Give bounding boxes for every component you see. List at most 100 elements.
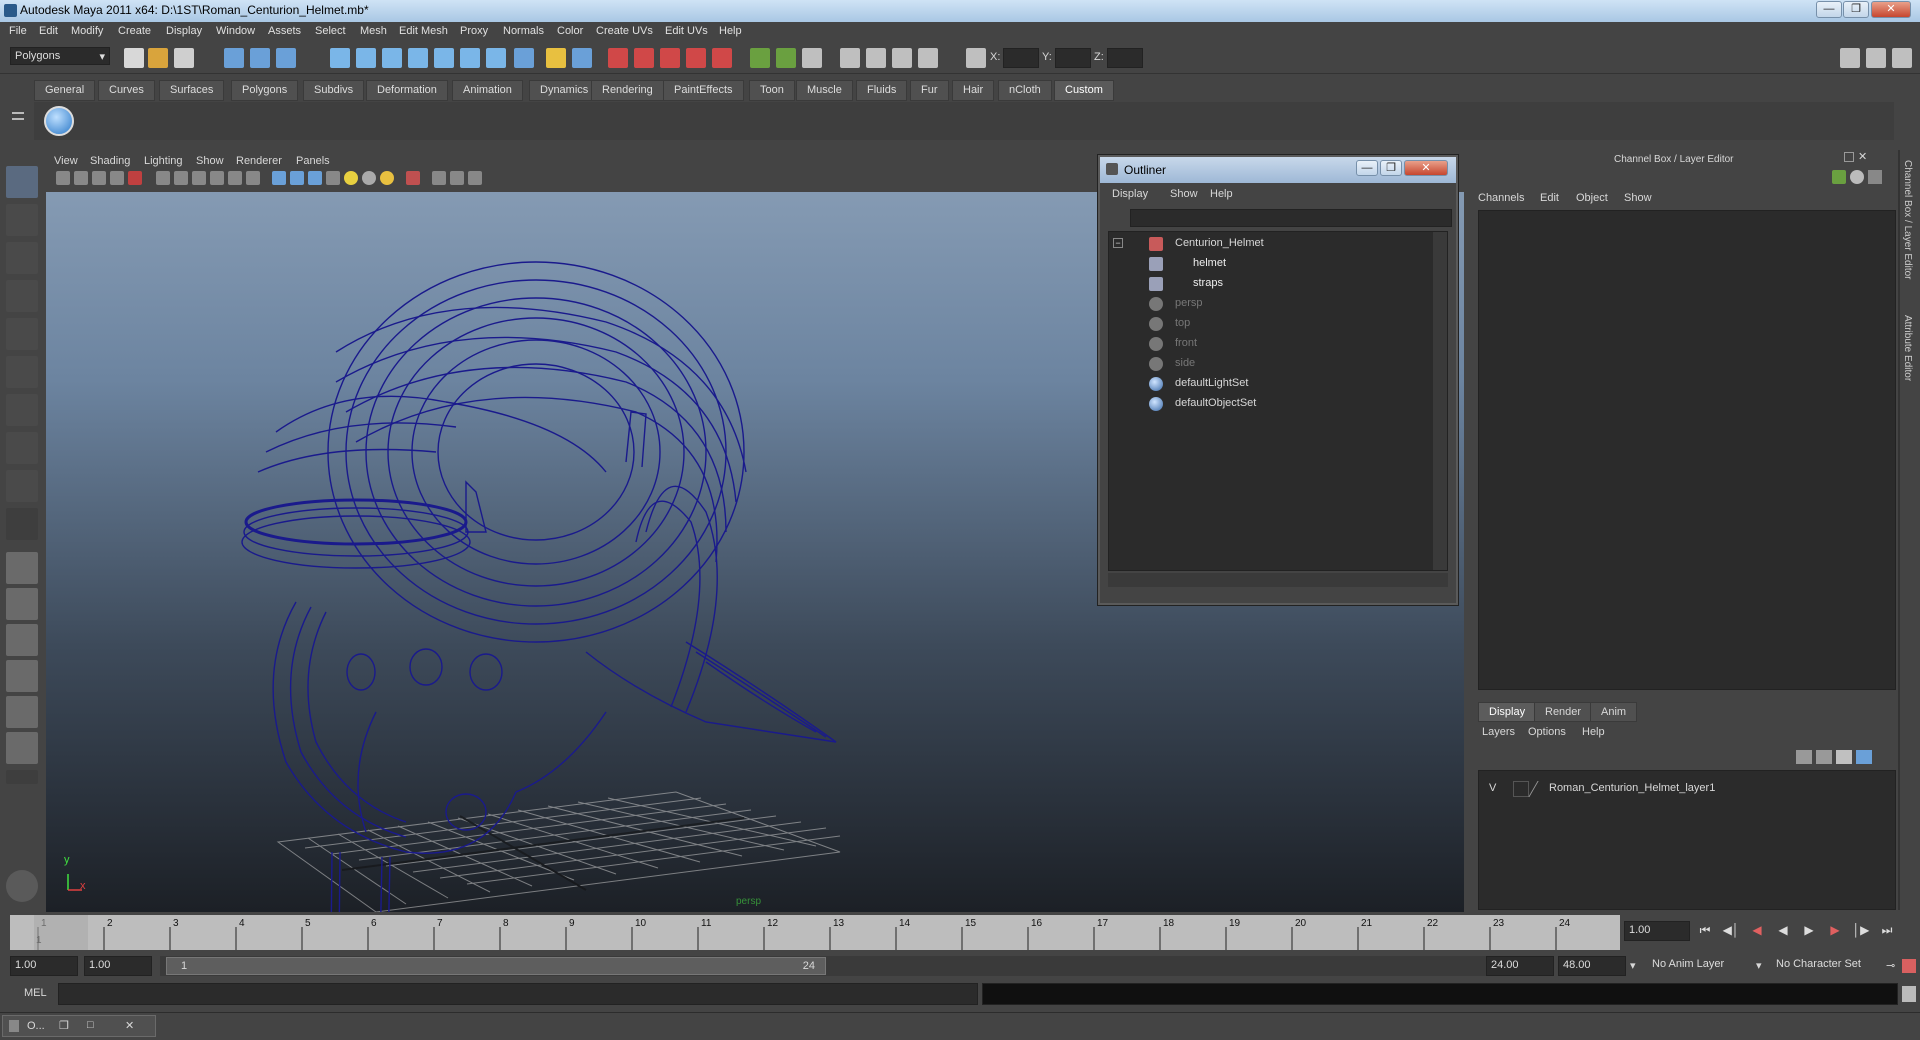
side-tab-attribute-editor[interactable]: Attribute Editor <box>1902 315 1913 395</box>
layer-menu-layers[interactable]: Layers <box>1482 726 1515 738</box>
persp-outliner-layout-icon[interactable] <box>6 624 38 656</box>
layer-color-swatch[interactable] <box>1528 781 1550 797</box>
chevron-down-icon[interactable]: ▾ <box>1630 959 1636 972</box>
outliner-filter-field[interactable] <box>1130 209 1452 227</box>
shelf-tab-polygons[interactable]: Polygons <box>231 80 299 101</box>
go-to-start-icon[interactable]: ⏮ <box>1696 923 1714 941</box>
outliner-maximize-button[interactable]: ❐ <box>1380 160 1402 176</box>
play-forward-icon[interactable]: ▶ <box>1800 923 1818 941</box>
step-back-key-icon[interactable]: ◀│ <box>1722 923 1740 941</box>
grease-pencil-icon[interactable] <box>128 171 142 185</box>
shelf-tab-deformation[interactable]: Deformation <box>366 80 448 101</box>
outliner-menu-help[interactable]: Help <box>1210 188 1233 200</box>
help-icon[interactable] <box>514 48 534 68</box>
menu-display[interactable]: Display <box>166 25 202 37</box>
hypershade-persp-layout-icon[interactable] <box>6 696 38 728</box>
outliner-menu-display[interactable]: Display <box>1112 188 1148 200</box>
layer-menu-help[interactable]: Help <box>1582 726 1605 738</box>
side-tab-channelbox[interactable]: Channel Box / Layer Editor <box>1902 160 1913 290</box>
outliner-item[interactable]: persp <box>1109 294 1439 314</box>
menu-proxy[interactable]: Proxy <box>460 25 488 37</box>
camera-select-icon[interactable] <box>56 171 70 185</box>
outliner-vertical-scrollbar[interactable] <box>1433 232 1447 570</box>
z-field[interactable] <box>1107 48 1143 68</box>
step-forward-key-icon[interactable]: │▶ <box>1852 923 1870 941</box>
command-input[interactable] <box>58 983 978 1005</box>
maximize-button[interactable]: ❐ <box>1843 1 1869 18</box>
layout-more-icon[interactable] <box>6 770 38 784</box>
persp-graph-layout-icon[interactable] <box>6 660 38 692</box>
image-plane-icon[interactable] <box>110 171 124 185</box>
menu-assets[interactable]: Assets <box>268 25 301 37</box>
shelf-tab-toon[interactable]: Toon <box>749 80 795 101</box>
outliner-item[interactable]: defaultLightSet <box>1109 374 1439 394</box>
outliner-item[interactable]: helmet <box>1109 254 1439 274</box>
isolate-select-icon[interactable] <box>406 171 420 185</box>
lock-icon[interactable] <box>546 48 566 68</box>
paint-select-tool-icon[interactable] <box>6 242 38 274</box>
maximize-icon[interactable]: □ <box>87 1019 94 1031</box>
menu-mesh[interactable]: Mesh <box>360 25 387 37</box>
snap-curve-icon[interactable] <box>356 48 376 68</box>
cb-menu-show[interactable]: Show <box>1624 192 1652 204</box>
snap-point-icon[interactable] <box>382 48 402 68</box>
y-field[interactable] <box>1055 48 1091 68</box>
play-backward-icon[interactable]: ◀ <box>1774 923 1792 941</box>
cb-menu-object[interactable]: Object <box>1576 192 1608 204</box>
universal-manipulator-icon[interactable] <box>6 394 38 426</box>
toggle-timeline-icon[interactable] <box>918 48 938 68</box>
show-hide-channelbox-icon[interactable] <box>1840 48 1860 68</box>
show-hide-attreditor-icon[interactable] <box>1866 48 1886 68</box>
ambient-occlusion-icon[interactable] <box>380 171 394 185</box>
move-layer-down-icon[interactable] <box>1816 750 1832 764</box>
layer-tab-display[interactable]: Display <box>1478 702 1537 722</box>
range-handle[interactable]: 1 24 <box>166 957 826 975</box>
toggle-channelbox-icon[interactable] <box>866 48 886 68</box>
menu-edit[interactable]: Edit <box>39 25 58 37</box>
smooth-shade-icon[interactable] <box>290 171 304 185</box>
layer-visibility-toggle[interactable]: V <box>1489 782 1496 794</box>
snap-grid-icon[interactable] <box>330 48 350 68</box>
single-perspective-layout-icon[interactable] <box>6 552 38 584</box>
layer-type-toggle[interactable] <box>1513 781 1529 797</box>
four-view-layout-icon[interactable] <box>6 588 38 620</box>
toggle-outliner-icon[interactable] <box>776 48 796 68</box>
minimize-button[interactable]: — <box>1816 1 1842 18</box>
vp-menu-view[interactable]: View <box>54 155 78 167</box>
panel-close-icon[interactable]: ✕ <box>1858 150 1867 163</box>
chevron-down-icon[interactable]: ▾ <box>1756 959 1762 972</box>
restore-icon[interactable]: ❐ <box>59 1019 69 1032</box>
character-set-selector[interactable]: No Character Set <box>1772 956 1886 976</box>
current-time-field[interactable]: 1.00 <box>1624 921 1690 941</box>
menu-modify[interactable]: Modify <box>71 25 103 37</box>
toggle-panels-icon[interactable] <box>750 48 770 68</box>
vp-menu-renderer[interactable]: Renderer <box>236 155 282 167</box>
collapse-toggle-icon[interactable]: − <box>1113 238 1123 248</box>
menu-file[interactable]: File <box>9 25 27 37</box>
shelf-tab-surfaces[interactable]: Surfaces <box>159 80 225 101</box>
animation-end-field[interactable]: 48.00 <box>1558 956 1626 976</box>
shelf-tab-general[interactable]: General <box>34 80 96 101</box>
backface-icon[interactable] <box>468 171 482 185</box>
render-view-icon[interactable] <box>712 48 732 68</box>
grid-icon[interactable] <box>156 171 170 185</box>
vp-menu-panels[interactable]: Panels <box>296 155 330 167</box>
new-layer-selected-icon[interactable] <box>1856 750 1872 764</box>
playback-start-field[interactable]: 1.00 <box>84 956 152 976</box>
menu-help[interactable]: Help <box>719 25 742 37</box>
cb-keyable-icon[interactable] <box>1832 170 1846 184</box>
menu-edit-uvs[interactable]: Edit UVs <box>665 25 708 37</box>
ipr-render-icon[interactable] <box>634 48 654 68</box>
menu-color[interactable]: Color <box>557 25 583 37</box>
bookmark-icon[interactable] <box>92 171 106 185</box>
hypershade-icon[interactable] <box>686 48 706 68</box>
toggle-toolsettings-icon[interactable] <box>840 48 860 68</box>
animation-start-field[interactable]: 1.00 <box>10 956 78 976</box>
soft-modification-icon[interactable] <box>6 432 38 464</box>
wireframe-icon[interactable] <box>272 171 286 185</box>
outliner-item[interactable]: straps <box>1109 274 1439 294</box>
select-hierarchy-icon[interactable] <box>224 48 244 68</box>
gate-mask-icon[interactable] <box>210 171 224 185</box>
shelf-tab-hair[interactable]: Hair <box>952 80 995 101</box>
layer-tab-render[interactable]: Render <box>1534 702 1593 722</box>
